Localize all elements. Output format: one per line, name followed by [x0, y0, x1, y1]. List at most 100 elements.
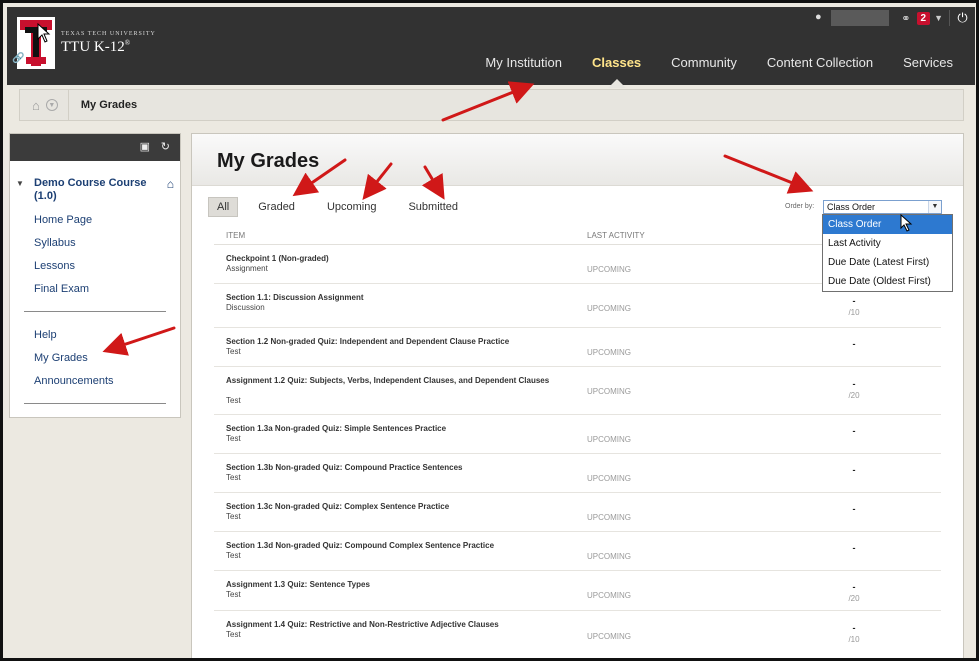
table-row[interactable]: Section 1.3a Non-graded Quiz: Simple Sen…	[214, 415, 941, 454]
grades-panel: My Grades All Graded Upcoming Submitted …	[191, 133, 964, 658]
item-type: Test	[226, 512, 241, 521]
screenshot-frame: TEXAS TECH UNIVERSITY TTU K-12® 🔗 ● ⚭ 2 …	[0, 0, 979, 661]
sidebar-item-lessons[interactable]: Lessons	[10, 255, 180, 278]
course-title[interactable]: Demo Course Course (1.0)	[34, 177, 149, 203]
item-grade: -	[852, 504, 856, 514]
divider	[24, 311, 166, 312]
item-type: Test	[226, 590, 241, 599]
item-type: Test	[226, 551, 241, 560]
notification-badge[interactable]: 2	[916, 11, 931, 25]
table-row[interactable]: Assignment 1.2 Quiz: Subjects, Verbs, In…	[214, 367, 941, 415]
item-points: /20	[848, 391, 860, 400]
item-type: Test	[226, 347, 241, 356]
table-row[interactable]: Section 1.3b Non-graded Quiz: Compound P…	[214, 454, 941, 493]
item-status: UPCOMING	[587, 513, 631, 522]
tab-content-collection[interactable]: Content Collection	[767, 55, 873, 70]
sidebar-item-final-exam[interactable]: Final Exam	[10, 278, 180, 301]
item-points: /10	[848, 308, 860, 317]
folder-view-icon[interactable]: ▣	[140, 140, 150, 153]
item-status: UPCOMING	[587, 348, 631, 357]
mouse-pointer-icon	[900, 214, 913, 232]
item-status: UPCOMING	[587, 552, 631, 561]
utility-bar: ● ⚭ 2 ▼ ⏻	[811, 7, 975, 29]
top-header: TEXAS TECH UNIVERSITY TTU K-12® 🔗 ● ⚭ 2 …	[7, 7, 975, 88]
user-menu[interactable]: ●	[811, 7, 895, 29]
item-title[interactable]: Section 1.1: Discussion Assignment	[226, 293, 566, 302]
option-last-activity[interactable]: Last Activity	[823, 234, 952, 253]
chevron-down-icon[interactable]: ▼	[928, 201, 941, 213]
table-row[interactable]: Section 1.2 Non-graded Quiz: Independent…	[214, 328, 941, 367]
item-title[interactable]: Assignment 1.3 Quiz: Sentence Types	[226, 580, 566, 589]
grades-table: Checkpoint 1 (Non-graded) Assignment UPC…	[214, 245, 941, 657]
site-name[interactable]: TTU K-12®	[61, 39, 130, 56]
order-by-dropdown: Class Order Last Activity Due Date (Late…	[822, 214, 953, 292]
chevron-down-icon[interactable]: ▼	[45, 99, 58, 111]
item-title[interactable]: Section 1.3a Non-graded Quiz: Simple Sen…	[226, 424, 566, 433]
column-last-activity[interactable]: LAST ACTIVITY	[587, 231, 645, 240]
sidebar-item-announcements[interactable]: Announcements	[10, 370, 180, 393]
order-by-value: Class Order	[827, 202, 876, 212]
course-home-icon[interactable]: ⌂	[167, 177, 174, 191]
table-row[interactable]: Section 1.3c Non-graded Quiz: Complex Se…	[214, 493, 941, 532]
filter-all[interactable]: All	[208, 197, 239, 217]
power-icon[interactable]: ⏻	[949, 10, 975, 26]
university-caption: TEXAS TECH UNIVERSITY	[61, 31, 156, 37]
mouse-pointer-icon	[37, 23, 51, 43]
filter-upcoming[interactable]: Upcoming	[327, 201, 377, 213]
item-points: /10	[848, 635, 860, 644]
item-grade: -	[852, 426, 856, 436]
item-status: UPCOMING	[587, 387, 631, 396]
grade-filters: All Graded Upcoming Submitted	[208, 197, 490, 217]
option-due-latest[interactable]: Due Date (Latest First)	[823, 253, 952, 272]
item-title[interactable]: Assignment 1.4 Quiz: Restrictive and Non…	[226, 620, 566, 629]
order-by-select[interactable]: Class Order ▼	[823, 200, 942, 214]
item-grade: -	[852, 379, 856, 389]
link-icon[interactable]: 🔗	[12, 53, 24, 64]
item-status: UPCOMING	[587, 265, 631, 274]
sidebar-item-syllabus[interactable]: Syllabus	[10, 232, 180, 255]
sidebar-item-my-grades[interactable]: My Grades	[10, 347, 180, 370]
filter-graded[interactable]: Graded	[258, 201, 295, 213]
option-class-order[interactable]: Class Order	[823, 215, 952, 234]
item-type: Discussion	[226, 303, 265, 312]
collapse-triangle-icon[interactable]: ▼	[16, 179, 24, 188]
item-title[interactable]: Checkpoint 1 (Non-graded)	[226, 254, 566, 263]
item-grade: -	[852, 623, 856, 633]
user-icon: ●	[814, 11, 822, 23]
item-title[interactable]: Section 1.2 Non-graded Quiz: Independent…	[226, 337, 566, 346]
table-row[interactable]: Section 1.3d Non-graded Quiz: Compound C…	[214, 532, 941, 571]
tab-classes[interactable]: Classes	[592, 55, 641, 88]
item-grade: -	[852, 296, 856, 306]
option-due-oldest[interactable]: Due Date (Oldest First)	[823, 272, 952, 291]
table-row[interactable]: Assignment 1.3 Quiz: Sentence Types Test…	[214, 571, 941, 611]
course-menu-toolbar: ▣ ↻	[10, 134, 180, 161]
item-title[interactable]: Section 1.3d Non-graded Quiz: Compound C…	[226, 541, 566, 550]
item-grade: -	[852, 543, 856, 553]
filter-submitted[interactable]: Submitted	[408, 201, 458, 213]
home-icon[interactable]: ⌂	[32, 98, 40, 113]
breadcrumb-current: My Grades	[80, 99, 138, 111]
item-status: UPCOMING	[587, 591, 631, 600]
item-title[interactable]: Section 1.3b Non-graded Quiz: Compound P…	[226, 463, 566, 472]
chevron-down-icon[interactable]: ▼	[934, 13, 943, 23]
item-grade: -	[852, 465, 856, 475]
sidebar-item-help[interactable]: Help	[10, 324, 180, 347]
glasses-icon[interactable]: ⚭	[901, 12, 910, 25]
item-status: UPCOMING	[587, 435, 631, 444]
main-nav: My Institution Classes Community Content…	[455, 55, 953, 88]
table-row[interactable]: Assignment 1.4 Quiz: Restrictive and Non…	[214, 611, 941, 657]
tab-services[interactable]: Services	[903, 55, 953, 70]
column-item[interactable]: ITEM	[226, 231, 245, 240]
refresh-icon[interactable]: ↻	[161, 140, 170, 153]
divider	[24, 403, 166, 404]
item-status: UPCOMING	[587, 474, 631, 483]
page-title: My Grades	[217, 150, 320, 172]
item-title[interactable]: Assignment 1.2 Quiz: Subjects, Verbs, In…	[226, 376, 566, 385]
tab-my-institution[interactable]: My Institution	[485, 55, 562, 70]
item-title[interactable]: Section 1.3c Non-graded Quiz: Complex Se…	[226, 502, 566, 511]
item-type: Test	[226, 396, 241, 405]
sidebar-item-home-page[interactable]: Home Page	[10, 209, 180, 232]
tab-community[interactable]: Community	[671, 55, 737, 70]
breadcrumb-divider	[67, 89, 69, 121]
item-type: Test	[226, 434, 241, 443]
